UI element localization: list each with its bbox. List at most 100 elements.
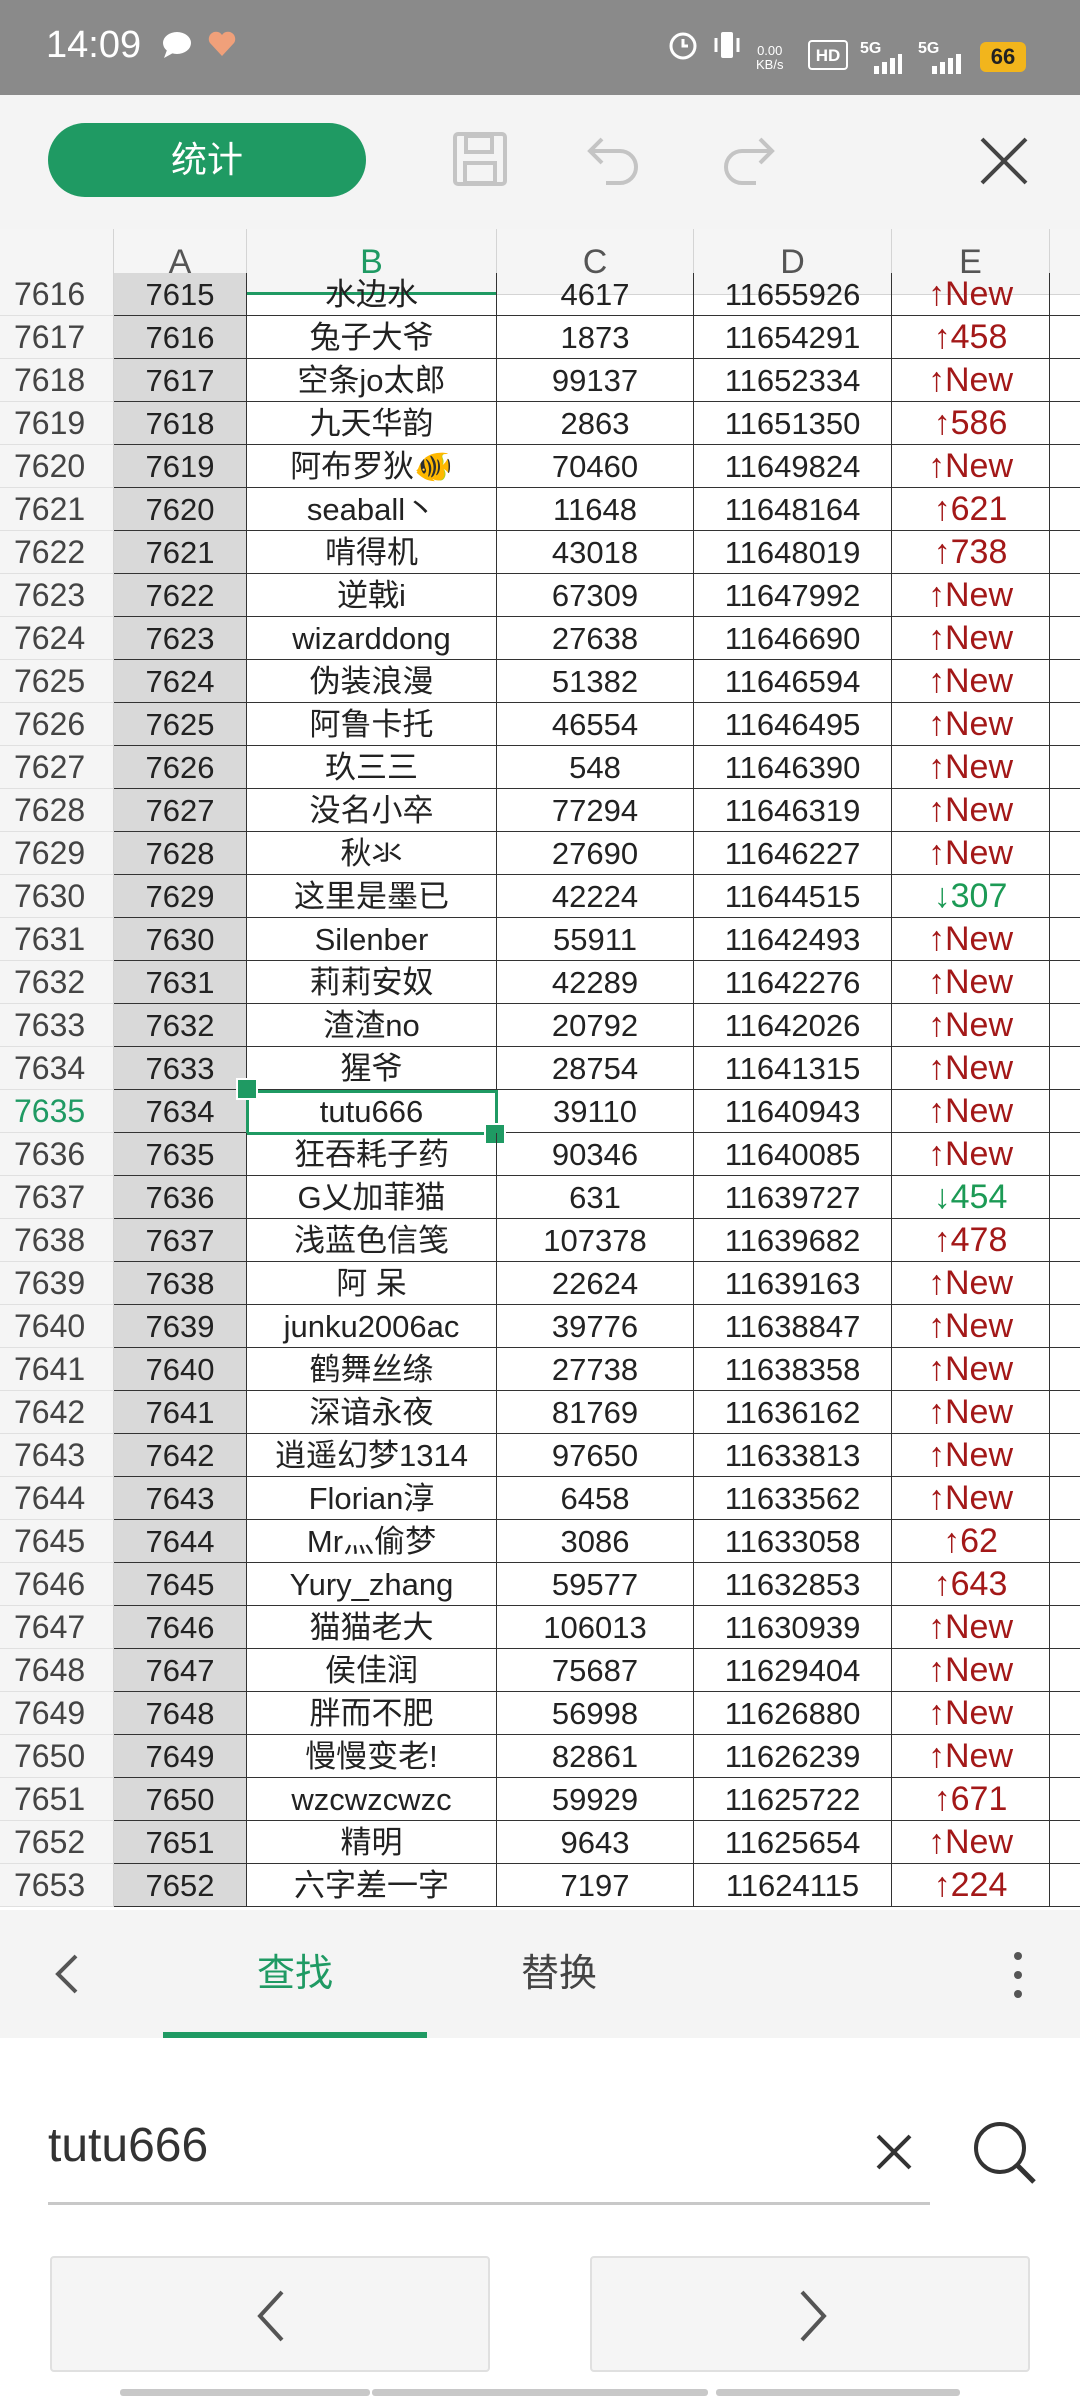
- cell-value-c[interactable]: 99137: [497, 359, 694, 402]
- cell-name[interactable]: 没名小卒: [247, 789, 497, 832]
- cell-rank[interactable]: 7622: [114, 574, 247, 617]
- row-header[interactable]: 7641: [0, 1348, 114, 1391]
- cell-value-c[interactable]: 22624: [497, 1262, 694, 1305]
- cell-rank[interactable]: 7621: [114, 531, 247, 574]
- row-header[interactable]: 7646: [0, 1563, 114, 1606]
- row-header[interactable]: 7627: [0, 746, 114, 789]
- search-input[interactable]: tutu666: [48, 2118, 208, 2173]
- row-header[interactable]: 7619: [0, 402, 114, 445]
- cell-change[interactable]: ↑224: [892, 1864, 1050, 1907]
- cell-rank[interactable]: 7640: [114, 1348, 247, 1391]
- cell-name[interactable]: 这里是墨已: [247, 875, 497, 918]
- cell-change[interactable]: ↑New: [892, 445, 1050, 488]
- cell-value-f[interactable]: [1050, 402, 1080, 445]
- cell-name[interactable]: 胖而不肥: [247, 1692, 497, 1735]
- cell-name[interactable]: wizarddong: [247, 617, 497, 660]
- cell-rank[interactable]: 7637: [114, 1219, 247, 1262]
- cell-value-d[interactable]: 11640943: [694, 1090, 892, 1133]
- cell-value-d[interactable]: 11639163: [694, 1262, 892, 1305]
- cell-value-f[interactable]: [1050, 660, 1080, 703]
- cell-value-d[interactable]: 11632853: [694, 1563, 892, 1606]
- cell-value-f[interactable]: [1050, 1520, 1080, 1563]
- cell-name[interactable]: 深谙永夜: [247, 1391, 497, 1434]
- cell-value-c[interactable]: 2863: [497, 402, 694, 445]
- cell-name[interactable]: 猩爷: [247, 1047, 497, 1090]
- cell-value-f[interactable]: [1050, 1047, 1080, 1090]
- cell-value-d[interactable]: 11633813: [694, 1434, 892, 1477]
- row-header[interactable]: 7634: [0, 1047, 114, 1090]
- cell-rank[interactable]: 7652: [114, 1864, 247, 1907]
- cell-rank[interactable]: 7620: [114, 488, 247, 531]
- cell-value-d[interactable]: 11641315: [694, 1047, 892, 1090]
- cell-change[interactable]: ↓307: [892, 875, 1050, 918]
- cell-value-c[interactable]: 20792: [497, 1004, 694, 1047]
- row-header[interactable]: 7631: [0, 918, 114, 961]
- cell-rank[interactable]: 7626: [114, 746, 247, 789]
- cell-value-f[interactable]: [1050, 617, 1080, 660]
- cell-change[interactable]: ↑New: [892, 359, 1050, 402]
- cell-value-d[interactable]: 11655926: [694, 273, 892, 316]
- cell-value-f[interactable]: [1050, 531, 1080, 574]
- cell-value-d[interactable]: 11636162: [694, 1391, 892, 1434]
- cell-name[interactable]: 秋氺: [247, 832, 497, 875]
- cell-value-f[interactable]: [1050, 1606, 1080, 1649]
- row-header[interactable]: 7637: [0, 1176, 114, 1219]
- cell-value-f[interactable]: [1050, 1434, 1080, 1477]
- cell-rank[interactable]: 7617: [114, 359, 247, 402]
- spreadsheet[interactable]: A B C D E 7616 7615 水边水 4617 11655926 ↑New 761…: [0, 229, 1080, 1910]
- cell-value-f[interactable]: [1050, 1348, 1080, 1391]
- cell-value-d[interactable]: 11646690: [694, 617, 892, 660]
- cell-change[interactable]: ↑458: [892, 316, 1050, 359]
- cell-value-c[interactable]: 4617: [497, 273, 694, 316]
- cell-change[interactable]: ↑New: [892, 1692, 1050, 1735]
- cell-name[interactable]: Silenber: [247, 918, 497, 961]
- cell-change[interactable]: ↑New: [892, 1348, 1050, 1391]
- cell-name[interactable]: 啃得机: [247, 531, 497, 574]
- row-header[interactable]: 7620: [0, 445, 114, 488]
- cell-name[interactable]: seaball丶: [247, 488, 497, 531]
- cell-name[interactable]: 兔子大爷: [247, 316, 497, 359]
- cell-value-c[interactable]: 56998: [497, 1692, 694, 1735]
- cell-rank[interactable]: 7625: [114, 703, 247, 746]
- cell-value-d[interactable]: 11649824: [694, 445, 892, 488]
- cell-rank[interactable]: 7633: [114, 1047, 247, 1090]
- row-header[interactable]: 7626: [0, 703, 114, 746]
- cell-value-d[interactable]: 11629404: [694, 1649, 892, 1692]
- cell-name[interactable]: tutu666: [247, 1090, 497, 1133]
- cell-rank[interactable]: 7628: [114, 832, 247, 875]
- cell-value-d[interactable]: 11624115: [694, 1864, 892, 1907]
- cell-value-c[interactable]: 82861: [497, 1735, 694, 1778]
- cell-name[interactable]: 水边水: [247, 273, 497, 316]
- cell-name[interactable]: 鹤舞丝绦: [247, 1348, 497, 1391]
- row-header[interactable]: 7624: [0, 617, 114, 660]
- cell-name[interactable]: 慢慢变老!: [247, 1735, 497, 1778]
- cell-value-c[interactable]: 51382: [497, 660, 694, 703]
- row-header[interactable]: 7630: [0, 875, 114, 918]
- more-options-icon[interactable]: [1008, 1950, 1028, 2005]
- cell-rank[interactable]: 7650: [114, 1778, 247, 1821]
- cell-name[interactable]: 玖三三: [247, 746, 497, 789]
- cell-value-d[interactable]: 11642026: [694, 1004, 892, 1047]
- cell-value-c[interactable]: 59929: [497, 1778, 694, 1821]
- cell-name[interactable]: 猫猫老大: [247, 1606, 497, 1649]
- cell-value-c[interactable]: 75687: [497, 1649, 694, 1692]
- cell-value-d[interactable]: 11644515: [694, 875, 892, 918]
- cell-value-f[interactable]: [1050, 1004, 1080, 1047]
- cell-value-d[interactable]: 11639727: [694, 1176, 892, 1219]
- cell-rank[interactable]: 7644: [114, 1520, 247, 1563]
- cell-name[interactable]: 逍遥幻梦1314: [247, 1434, 497, 1477]
- row-header[interactable]: 7625: [0, 660, 114, 703]
- cell-value-c[interactable]: 27738: [497, 1348, 694, 1391]
- cell-value-d[interactable]: 11652334: [694, 359, 892, 402]
- cell-change[interactable]: ↑New: [892, 1434, 1050, 1477]
- row-header[interactable]: 7621: [0, 488, 114, 531]
- cell-name[interactable]: Yury_zhang: [247, 1563, 497, 1606]
- row-header[interactable]: 7650: [0, 1735, 114, 1778]
- cell-name[interactable]: wzcwzcwzc: [247, 1778, 497, 1821]
- cell-value-f[interactable]: [1050, 1477, 1080, 1520]
- cell-value-c[interactable]: 106013: [497, 1606, 694, 1649]
- row-header[interactable]: 7632: [0, 961, 114, 1004]
- row-header[interactable]: 7648: [0, 1649, 114, 1692]
- cell-value-f[interactable]: [1050, 789, 1080, 832]
- cell-change[interactable]: ↑New: [892, 918, 1050, 961]
